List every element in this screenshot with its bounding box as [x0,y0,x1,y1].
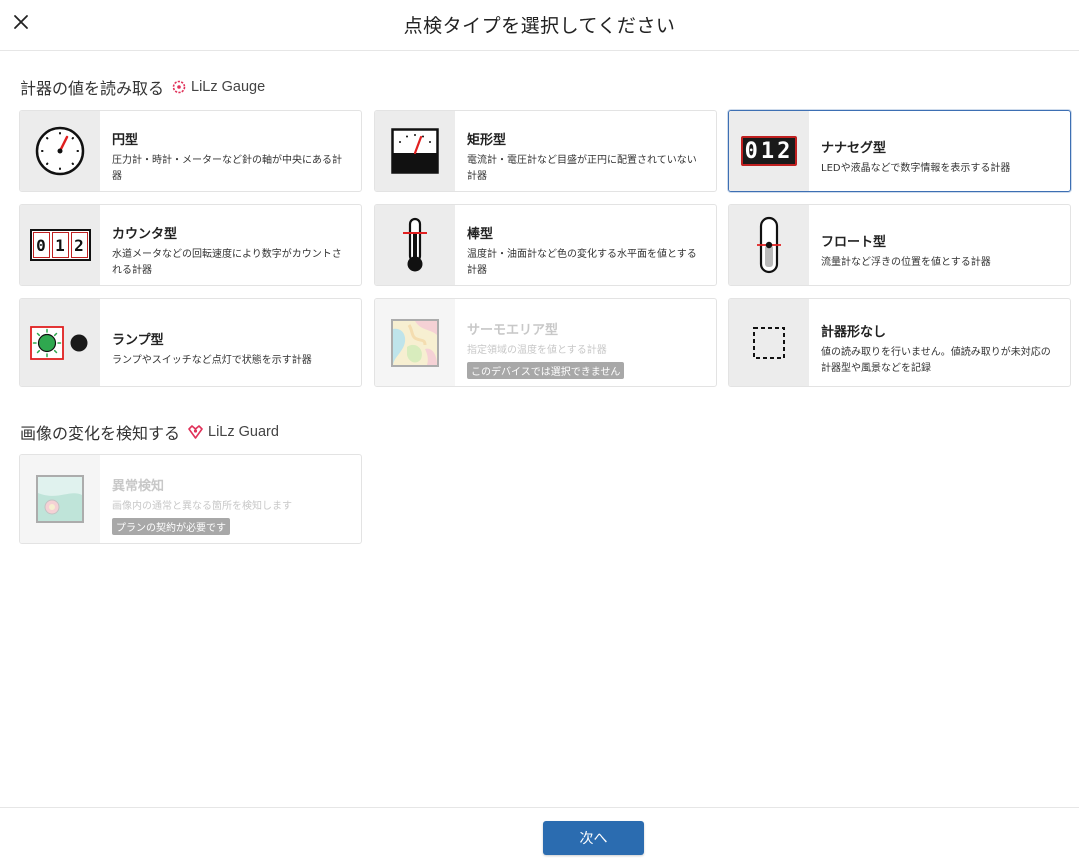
seven-segment-digits: 012 [744,138,794,164]
next-button[interactable]: 次へ [543,821,644,855]
card-title: ナナセグ型 [821,141,887,156]
counter-digit: 2 [70,232,88,258]
card-rectangular[interactable]: 矩形型 電流計・電圧計など目盛が正円に配置されていない計器 [374,110,717,192]
card-lamp[interactable]: ランプ型 ランプやスイッチなど点灯で状態を示す計器 [19,298,362,387]
section-title-guard: 画像の変化を検知する LiLz Guard [20,420,279,444]
card-title: カウンタ型 [112,227,178,242]
brand-lilz-gauge: LiLz Gauge [172,79,265,95]
lilz-gauge-logo-icon [172,80,186,94]
card-no-gauge[interactable]: 計器形なし 値の読み取りを行いません。値読み取りが未対応の計器型や風景などを記録 [728,298,1071,387]
unavailable-badge: このデバイスでは選択できません [467,361,625,379]
seven-segment-icon: 012 [741,136,797,166]
float-meter-icon [757,216,781,274]
brand-name: LiLz Gauge [191,79,266,95]
card-description: ランプやスイッチなど点灯で状態を示す計器 [112,354,312,366]
counter-icon: 0 1 2 [29,229,91,261]
brand-name: LiLz Guard [208,424,279,440]
card-title: ランプ型 [112,332,164,348]
card-title: 計器形なし [821,324,887,340]
card-seven-segment[interactable]: 012 ナナセグ型 LEDや液晶などで数字情報を表示する計器 [728,110,1071,192]
card-description: 温度計・油面計など色の変化する水平面を値とする計器 [467,249,697,276]
card-description: 画像内の通常と異なる箇所を検知します [112,501,292,512]
brand-lilz-guard: LiLz Guard [188,424,279,440]
counter-digit: 1 [51,232,69,258]
round-gauge-icon [35,126,85,176]
card-title: 異常検知 [112,479,165,494]
no-gauge-icon [753,326,785,359]
card-title: フロート型 [821,235,887,250]
counter-digit: 0 [32,232,50,258]
lilz-guard-logo-icon [188,425,203,439]
section-title-gauge: 計器の値を読み取る LiLz Gauge [20,75,265,99]
card-bar[interactable]: 棒型 温度計・油面計など色の変化する水平面を値とする計器 [374,204,717,286]
page-title: 点検タイプを選択してください [403,15,676,37]
thermo-area-icon [391,318,439,367]
dialog-header: 点検タイプを選択してください [0,0,1079,51]
card-title: 矩形型 [467,133,507,148]
card-title: 棒型 [467,227,494,242]
thermometer-icon [403,217,427,272]
card-description: LEDや液晶などで数字情報を表示する計器 [821,163,1011,174]
card-description: 指定領域の温度を値とする計器 [467,344,607,356]
card-description: 流量計など浮きの位置を値とする計器 [821,257,991,268]
card-counter[interactable]: 0 1 2 カウンタ型 水道メータなどの回転速度により数字がカウントされる計器 [19,204,362,286]
card-title: サーモエリア型 [467,322,559,338]
card-description: 電流計・電圧計など目盛が正円に配置されていない計器 [467,155,697,182]
card-round[interactable]: 円型 圧力計・時計・メーターなど針の軸が中央にある計器 [19,110,362,192]
card-float[interactable]: フロート型 流量計など浮きの位置を値とする計器 [728,204,1071,286]
lamp-icon [30,325,88,360]
card-description: 水道メータなどの回転速度により数字がカウントされる計器 [112,249,342,276]
plan-required-badge: プランの契約が必要です [112,518,230,535]
card-title: 円型 [112,133,139,148]
card-description: 圧力計・時計・メーターなど針の軸が中央にある計器 [112,155,342,182]
card-description: 値の読み取りを行いません。値読み取りが未対応の計器型や風景などを記録 [821,346,1051,374]
dialog-footer: 次へ [0,807,1079,859]
section-title-text: 画像の変化を検知する [20,424,181,443]
rectangular-meter-icon [391,128,439,174]
card-anomaly-detection: 異常検知 画像内の通常と異なる箇所を検知します プランの契約が必要です [19,454,362,544]
card-thermo-area: サーモエリア型 指定領域の温度を値とする計器 このデバイスでは選択できません [374,298,717,387]
section-title-text: 計器の値を読み取る [20,79,165,98]
anomaly-detection-icon [36,475,84,523]
